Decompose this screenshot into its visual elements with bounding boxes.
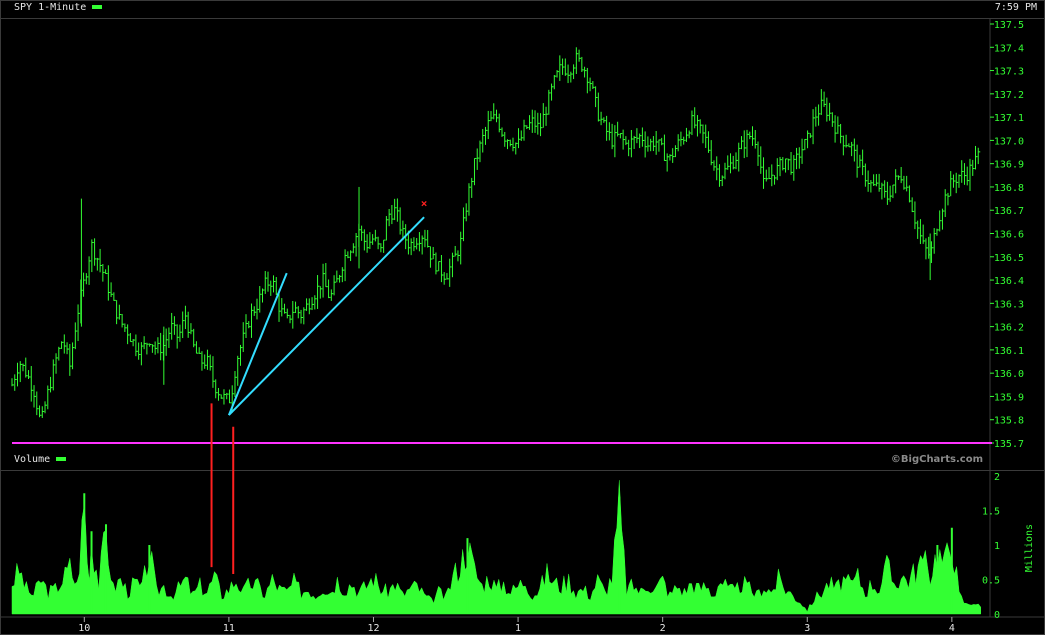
price-y-tick-label: 135.8 — [994, 416, 1024, 427]
price-y-tick-label: 135.7 — [994, 439, 1024, 450]
x-tick-label: 12 — [367, 623, 379, 634]
price-y-tick-label: 137.2 — [994, 90, 1024, 101]
volume-y-tick-label: 1 — [994, 541, 1000, 552]
volume-y-tick-label: 1.5 — [982, 507, 1000, 518]
price-y-tick-label: 135.9 — [994, 392, 1024, 403]
price-y-tick-label: 136.7 — [994, 206, 1024, 217]
price-y-tick-label: 136.4 — [994, 276, 1024, 287]
price-y-tick-label: 136.0 — [994, 369, 1024, 380]
trend-line — [227, 272, 288, 416]
price-y-tick-label: 136.2 — [994, 323, 1024, 334]
price-y-tick-label: 137.0 — [994, 136, 1024, 147]
price-y-tick-label: 136.3 — [994, 299, 1024, 310]
x-tick-label: 1 — [515, 623, 521, 634]
x-marker: × — [421, 197, 428, 210]
x-tick-label: 4 — [949, 623, 955, 634]
price-y-tick-label: 136.8 — [994, 183, 1024, 194]
volume-area — [11, 480, 982, 615]
x-tick-label: 11 — [223, 623, 235, 634]
price-y-tick-label: 136.9 — [994, 160, 1024, 171]
price-y-tick-label: 136.6 — [994, 230, 1024, 241]
volume-y-tick-label: 2 — [994, 472, 1000, 483]
outer-frame — [0, 0, 1045, 635]
volume-y-tick-label: 0.5 — [982, 576, 1000, 587]
chart-window: SPY 1-Minute 7:59 PM Volume ©BigCharts.c… — [0, 0, 1045, 635]
x-tick-label: 2 — [660, 623, 666, 634]
chart-svg: 135.7 135.8 135.9 136.0 136.1 136.2 136.3 136.4… — [0, 0, 1045, 635]
volume-y-tick-label: 0 — [994, 610, 1000, 621]
price-y-tick-label: 137.5 — [994, 20, 1024, 31]
volume-unit-label: Millions — [1024, 524, 1035, 572]
x-tick-label: 3 — [804, 623, 810, 634]
price-y-tick-label: 137.3 — [994, 67, 1024, 78]
price-y-tick-label: 136.5 — [994, 253, 1024, 264]
price-y-tick-label: 137.1 — [994, 113, 1024, 124]
price-y-tick-label: 137.4 — [994, 43, 1024, 54]
x-tick-label: 10 — [78, 623, 90, 634]
trend-line — [228, 216, 425, 416]
price-y-tick-label: 136.1 — [994, 346, 1024, 357]
